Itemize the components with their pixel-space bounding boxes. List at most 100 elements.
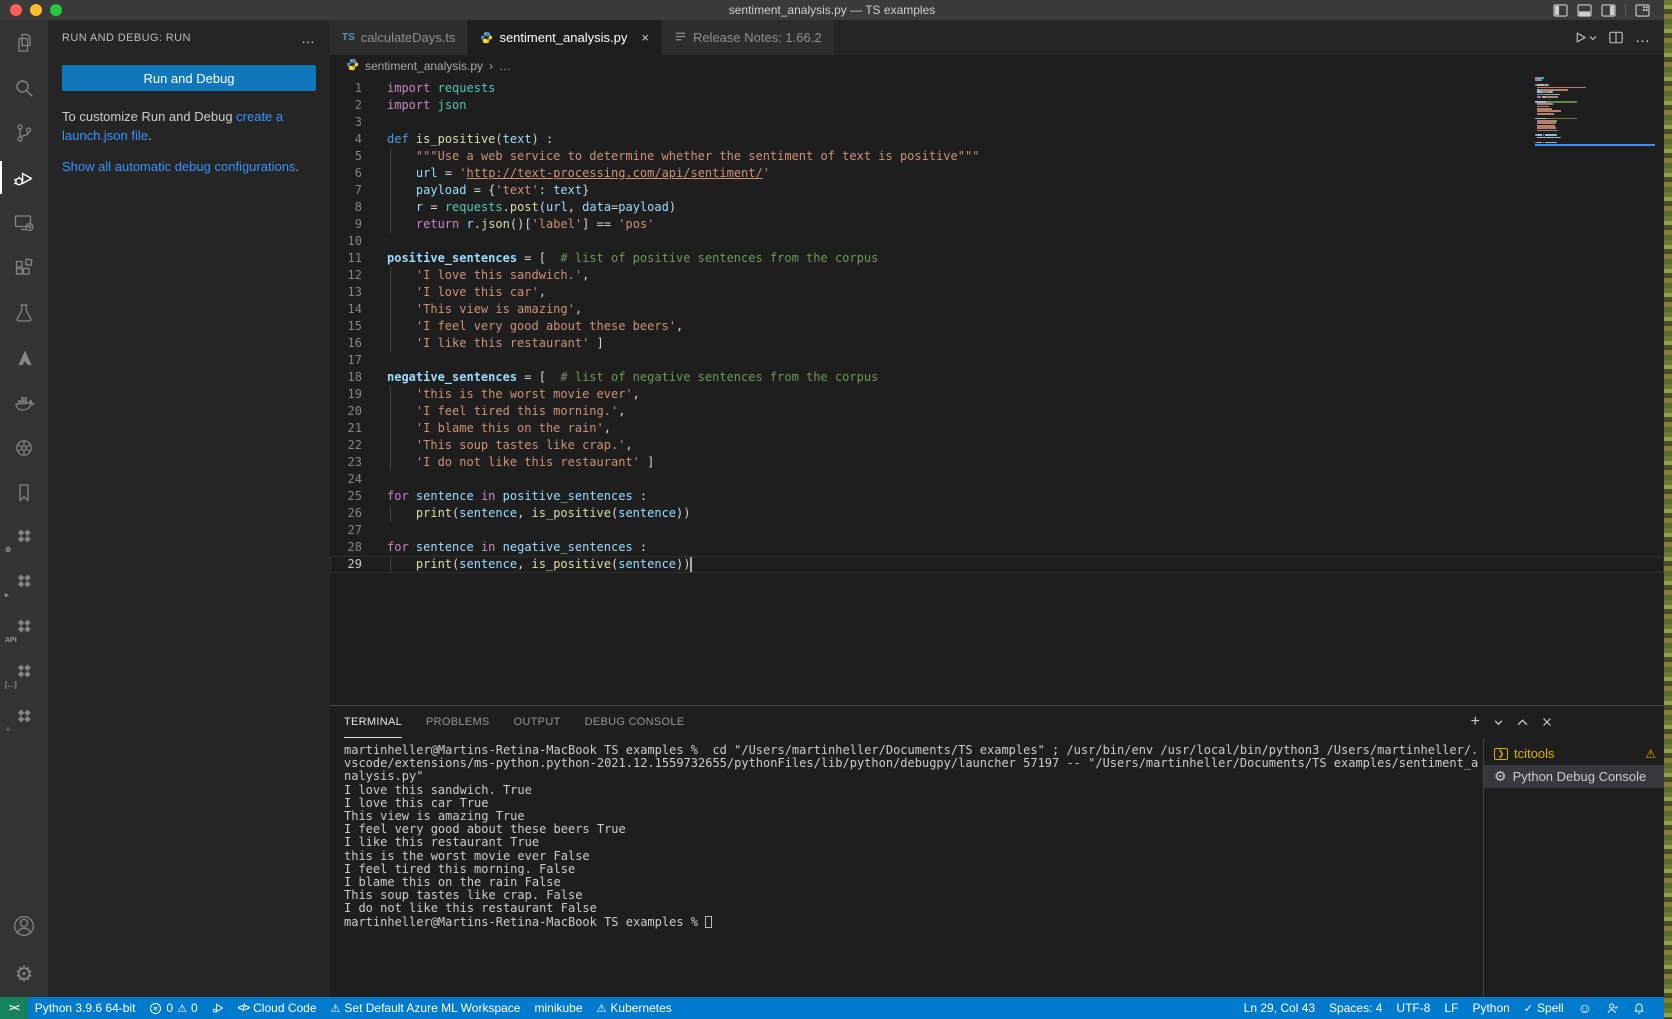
activity-source-control-icon[interactable]: [0, 110, 48, 155]
launch-icon: [212, 1002, 224, 1014]
activity-azure-ml-api-icon[interactable]: API: [0, 605, 48, 650]
line-number: 2: [330, 97, 362, 114]
activity-badge: API: [5, 637, 17, 644]
activity-testing-icon[interactable]: [0, 290, 48, 335]
separator: [1625, 4, 1626, 16]
toggle-secondary-sidebar-icon[interactable]: [1601, 4, 1616, 17]
python-icon: [480, 31, 493, 44]
release-notes-icon: [674, 30, 687, 46]
activity-azure-ml-models-icon[interactable]: ⁘: [0, 695, 48, 740]
breadcrumb-file[interactable]: sentiment_analysis.py: [365, 59, 483, 73]
tab-calculatedays-ts[interactable]: TScalculateDays.ts: [330, 20, 468, 55]
activity-docker-icon[interactable]: [0, 380, 48, 425]
activity-remote-explorer-icon[interactable]: [0, 200, 48, 245]
toggle-sidebar-icon[interactable]: [1553, 4, 1568, 17]
customize-layout-icon[interactable]: [1635, 4, 1650, 17]
activity-badge: ⁘: [5, 726, 11, 734]
status-azure-ml-workspace[interactable]: ⚠Set Default Azure ML Workspace: [324, 997, 528, 1019]
new-terminal-icon[interactable]: +: [1471, 714, 1480, 730]
terminal-dropdown-icon[interactable]: [1494, 718, 1503, 727]
line-number: 4: [330, 131, 362, 148]
line-number: 9: [330, 216, 362, 233]
activity-search-icon[interactable]: [0, 65, 48, 110]
activity-badge: ⚙: [5, 546, 11, 554]
status-live-share[interactable]: [1599, 997, 1626, 1019]
status-cloud-code[interactable]: </>Cloud Code: [231, 997, 324, 1019]
terminal-output[interactable]: martinheller@Martins-Retina-MacBook TS e…: [330, 738, 1483, 997]
line-number: 25: [330, 488, 362, 505]
status-minikube[interactable]: minikube: [527, 997, 589, 1019]
panel-tab-debug-console[interactable]: DEBUG CONSOLE: [585, 706, 685, 738]
code-line-content: import requests: [387, 80, 495, 97]
minimap-current-line: [1535, 144, 1655, 146]
activity-bookmarks-icon[interactable]: [0, 470, 48, 515]
activity-account-icon[interactable]: [0, 903, 48, 948]
sidebar-more-actions-icon[interactable]: …: [301, 30, 316, 46]
status-label: 0: [166, 1001, 173, 1015]
code-editor[interactable]: 1import requests2import json34def is_pos…: [330, 77, 1664, 705]
toggle-panel-icon[interactable]: [1577, 4, 1592, 17]
maximize-panel-icon[interactable]: [1517, 718, 1528, 727]
status-problems[interactable]: 0⚠0: [142, 997, 204, 1019]
activity-run-and-debug-icon[interactable]: [0, 155, 48, 200]
line-number: 5: [330, 148, 362, 165]
breadcrumb-more[interactable]: …: [499, 59, 511, 73]
bell-icon: [1633, 1002, 1645, 1015]
status-remote-indicator[interactable]: ><: [0, 997, 28, 1019]
status-language-mode[interactable]: Python: [1465, 997, 1516, 1019]
line-number: 27: [330, 522, 362, 539]
indent-guide: [390, 437, 391, 454]
status-python-interpreter[interactable]: Python 3.9.6 64-bit: [28, 997, 143, 1019]
status-eol[interactable]: LF: [1437, 997, 1465, 1019]
tab-release-notes-1-66-2[interactable]: Release Notes: 1.66.2: [662, 20, 835, 55]
close-panel-icon[interactable]: [1542, 717, 1552, 727]
terminal-instance-python-debug-console[interactable]: ⚙Python Debug Console: [1484, 765, 1664, 788]
activity-azure-ml-icon[interactable]: ⚙: [0, 515, 48, 560]
breadcrumb-separator: ›: [489, 59, 493, 73]
code-line-content: return r.json()['label'] == 'pos': [387, 216, 654, 233]
activity-extensions-icon[interactable]: [0, 245, 48, 290]
status-launch[interactable]: [205, 997, 231, 1019]
panel-tab-problems[interactable]: PROBLEMS: [426, 706, 490, 738]
line-number: 21: [330, 420, 362, 437]
minimap[interactable]: [1535, 77, 1655, 705]
status-indentation[interactable]: Spaces: 4: [1322, 997, 1389, 1019]
indent-guide: [390, 182, 391, 199]
activity-azure-ml-data-icon[interactable]: […]: [0, 650, 48, 695]
activity-kubernetes-icon[interactable]: [0, 425, 48, 470]
code-line-content: print(sentence, is_positive(sentence)): [387, 556, 690, 573]
status-cursor-position[interactable]: Ln 29, Col 43: [1237, 997, 1322, 1019]
activity-settings-icon[interactable]: ⚙: [0, 952, 48, 997]
show-debug-configurations-link[interactable]: Show all automatic debug configurations: [62, 159, 295, 174]
activity-azure-icon[interactable]: [0, 335, 48, 380]
code-line-content: import json: [387, 97, 467, 114]
code-line: 2 import json: [330, 97, 1664, 114]
panel-tab-terminal[interactable]: TERMINAL: [344, 706, 402, 738]
editor-more-actions-icon[interactable]: …: [1635, 29, 1650, 46]
line-number: 23: [330, 454, 362, 471]
run-python-file-button[interactable]: [1574, 31, 1597, 44]
status-kubernetes[interactable]: ⚠Kubernetes: [590, 997, 679, 1019]
tab-sentiment-analysis-py[interactable]: sentiment_analysis.py×: [468, 20, 662, 55]
status-label: Set Default Azure ML Workspace: [344, 1001, 520, 1015]
indent-guide: [390, 403, 391, 420]
code-icon: </>: [238, 1003, 249, 1014]
code-line-content: 'this is the worst movie ever',: [387, 386, 640, 403]
status-notifications[interactable]: [1626, 997, 1652, 1019]
status-bar: ><Python 3.9.6 64-bit0⚠0 </>Cloud Code⚠Se…: [0, 997, 1664, 1019]
status-feedback[interactable]: ☺: [1571, 997, 1599, 1019]
status-label: Spell: [1537, 1001, 1564, 1015]
split-editor-icon[interactable]: [1609, 31, 1623, 44]
status-spell-check[interactable]: ✓Spell: [1517, 997, 1571, 1019]
panel-tab-output[interactable]: OUTPUT: [514, 706, 561, 738]
code-line: 27: [330, 522, 1664, 539]
close-tab-icon[interactable]: ×: [641, 30, 649, 45]
activity-azure-ml-runs-icon[interactable]: ▸: [0, 560, 48, 605]
activity-explorer-icon[interactable]: [0, 20, 48, 65]
breadcrumb[interactable]: sentiment_analysis.py › …: [330, 55, 1664, 77]
status-encoding[interactable]: UTF-8: [1389, 997, 1437, 1019]
code-line: 20 'I feel tired this morning.',: [330, 403, 1664, 420]
python-file-icon: [346, 58, 359, 74]
terminal-instance-tcitools[interactable]: ❯tcitools⚠: [1484, 742, 1664, 765]
run-and-debug-button[interactable]: Run and Debug: [62, 65, 316, 91]
